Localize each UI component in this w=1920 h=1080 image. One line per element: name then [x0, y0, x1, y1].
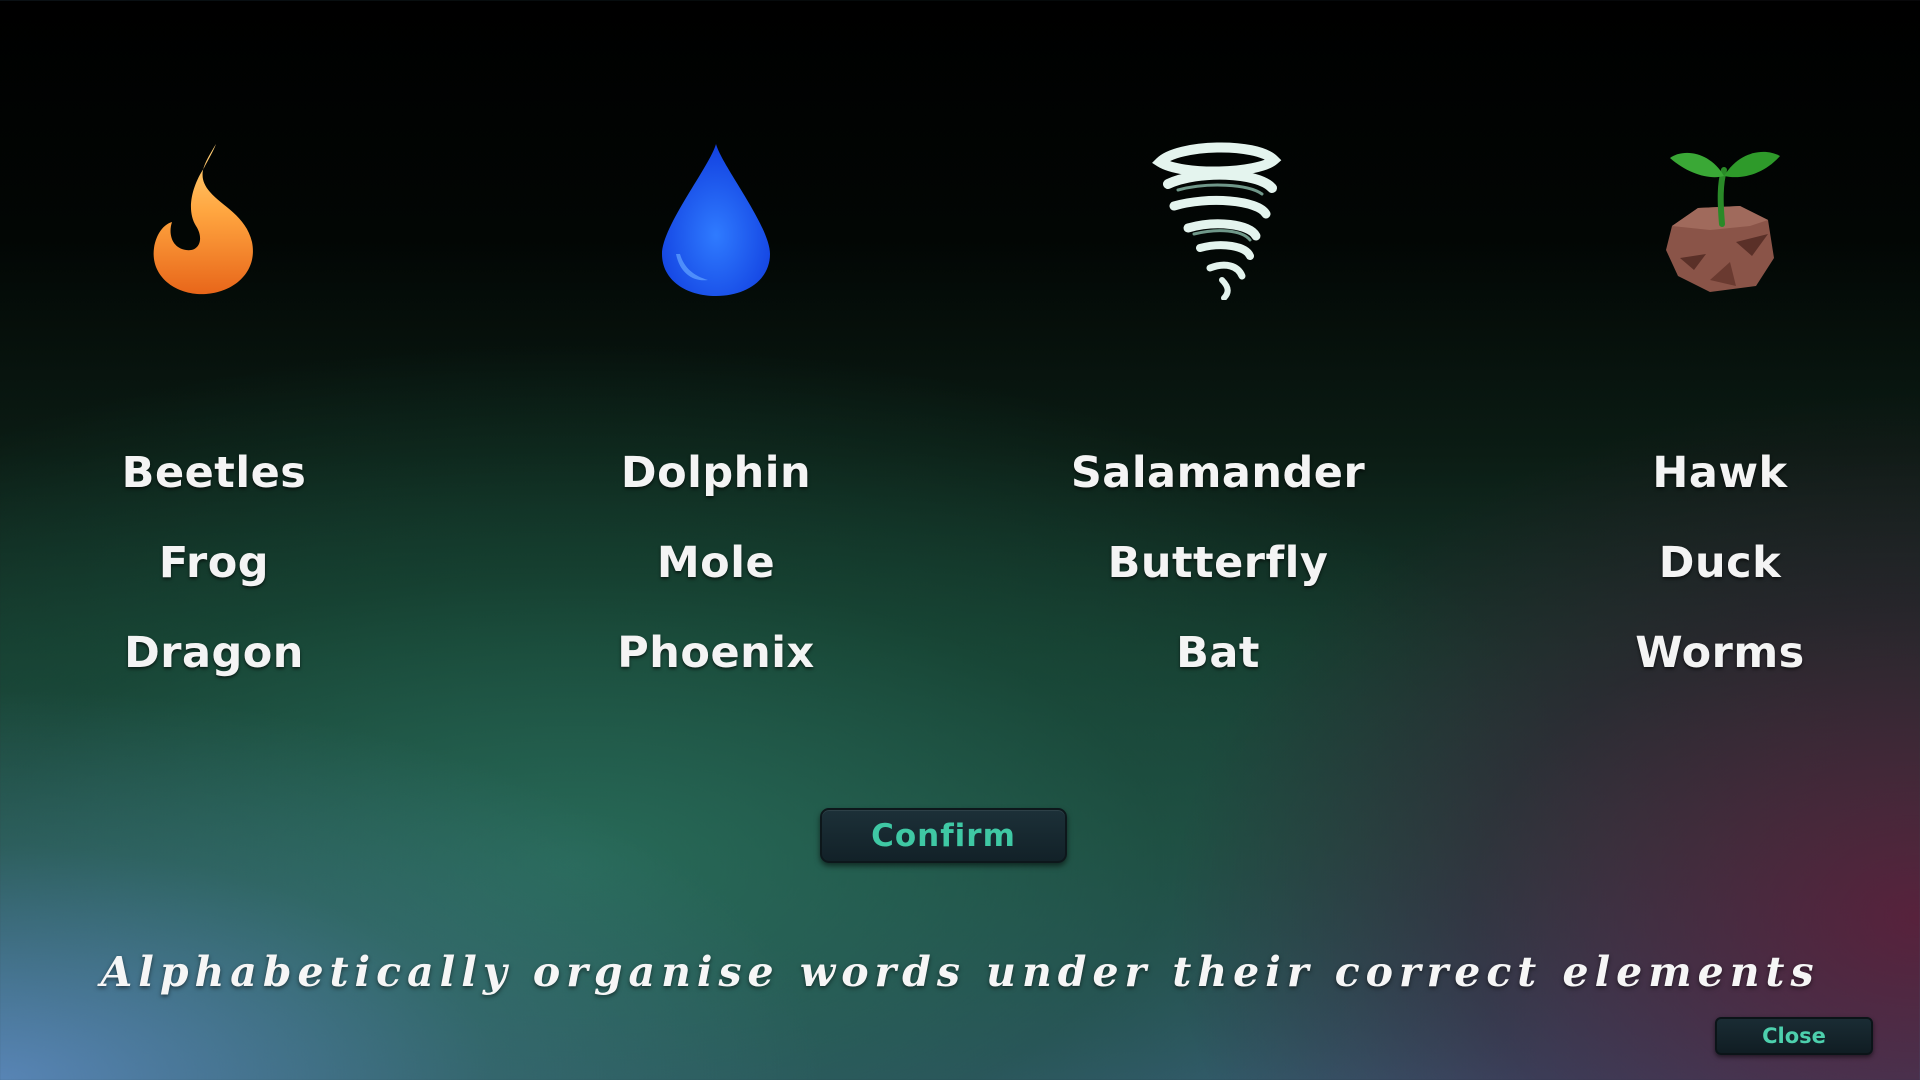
- word-earth-2[interactable]: Duck: [1510, 538, 1920, 588]
- column-water: Dolphin Mole Phoenix: [506, 130, 926, 700]
- word-air-1[interactable]: Salamander: [1008, 448, 1428, 498]
- column-fire: Beetles Frog Dragon: [4, 130, 424, 700]
- word-fire-3[interactable]: Dragon: [4, 628, 424, 678]
- instruction-text: Alphabetically organise words under thei…: [100, 948, 1820, 996]
- close-button[interactable]: Close: [1715, 1017, 1873, 1055]
- column-air: Salamander Butterfly Bat: [1008, 130, 1428, 700]
- earth-sprout-icon: [1640, 130, 1800, 300]
- word-fire-1[interactable]: Beetles: [4, 448, 424, 498]
- water-drop-icon: [636, 130, 796, 300]
- word-air-3[interactable]: Bat: [1008, 628, 1428, 678]
- word-water-2[interactable]: Mole: [506, 538, 926, 588]
- word-water-1[interactable]: Dolphin: [506, 448, 926, 498]
- word-fire-2[interactable]: Frog: [4, 538, 424, 588]
- word-earth-1[interactable]: Hawk: [1510, 448, 1920, 498]
- tornado-icon: [1138, 130, 1298, 300]
- word-water-3[interactable]: Phoenix: [506, 628, 926, 678]
- confirm-button[interactable]: Confirm: [820, 808, 1067, 863]
- column-earth: Hawk Duck Worms: [1510, 130, 1920, 700]
- word-air-2[interactable]: Butterfly: [1008, 538, 1428, 588]
- word-earth-3[interactable]: Worms: [1510, 628, 1920, 678]
- fire-icon: [134, 130, 294, 300]
